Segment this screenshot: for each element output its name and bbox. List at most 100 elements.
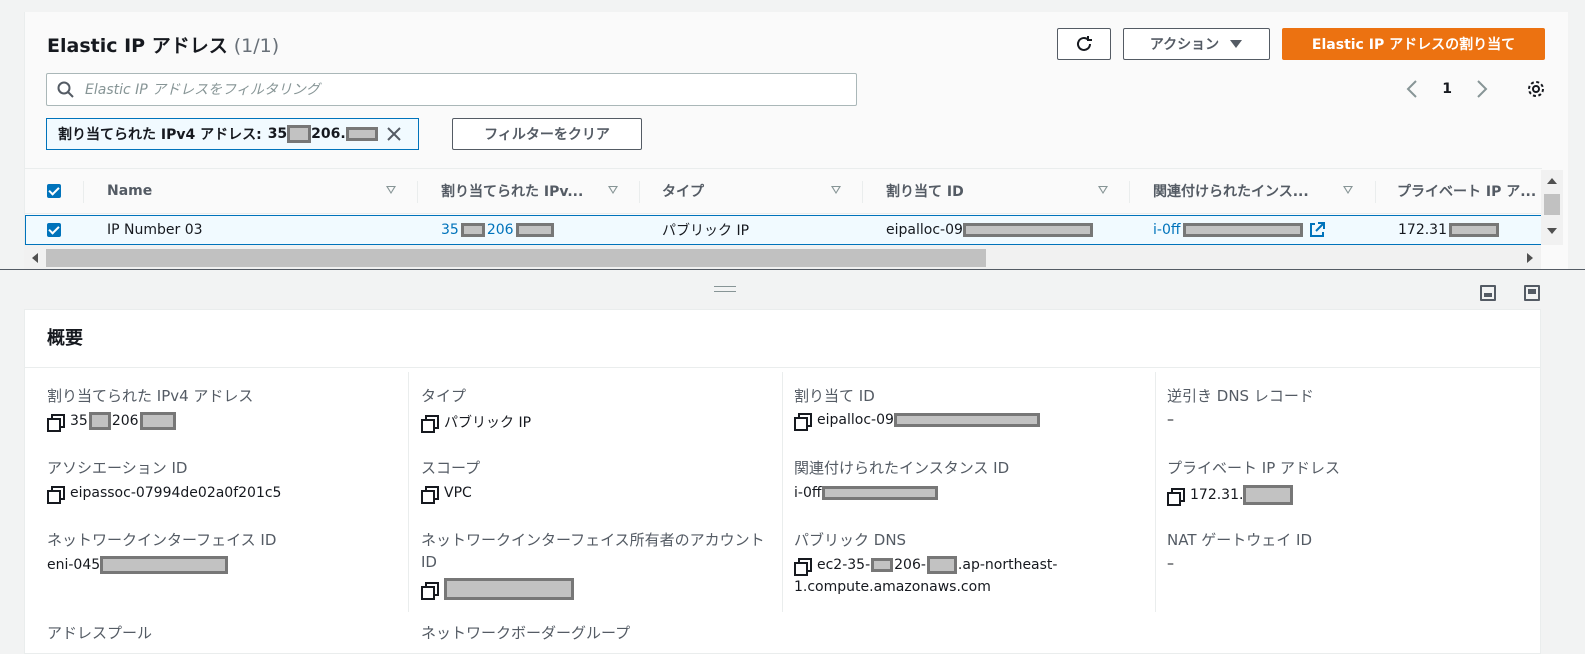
settings-icon[interactable] xyxy=(1526,79,1546,99)
search-icon xyxy=(57,81,75,99)
row-ip-link[interactable]: 35 206 xyxy=(441,216,554,244)
sort-icon[interactable] xyxy=(608,186,618,194)
redacted-mask xyxy=(962,223,1093,237)
refresh-icon xyxy=(1077,36,1092,51)
eni-id: eni-045 xyxy=(47,557,101,573)
chip-label: 割り当てられた IPv4 アドレス: xyxy=(58,127,262,143)
column-divider xyxy=(408,372,409,612)
field-value-nat-gateway: – xyxy=(1167,556,1174,572)
instance-id-link[interactable]: i-0ff xyxy=(794,485,938,501)
row-private-ip-text: 172.31 xyxy=(1398,222,1447,238)
select-all-checkbox[interactable] xyxy=(47,169,61,213)
field-label-nat-gateway: NAT ゲートウェイ ID xyxy=(1167,531,1312,549)
copy-icon[interactable] xyxy=(1167,487,1185,506)
sort-icon[interactable] xyxy=(1343,186,1353,194)
external-link-icon[interactable] xyxy=(1309,222,1325,238)
field-label-eni-owner: ネットワークインターフェイス所有者のアカウント ID xyxy=(421,531,765,571)
redacted-mask xyxy=(871,558,894,572)
vertical-scroll-thumb[interactable] xyxy=(1544,194,1560,215)
scope-value: VPC xyxy=(444,485,472,501)
column-divider xyxy=(782,372,783,612)
field-value-type: パブリック IP xyxy=(421,412,532,433)
sort-icon[interactable] xyxy=(831,186,841,194)
field-value-eni-owner xyxy=(421,578,574,600)
table-row[interactable]: IP Number 03 35 206 パブリック IP eipalloc-09… xyxy=(25,215,1542,245)
filter-chip: 割り当てられた IPv4 アドレス: 35 206. xyxy=(46,118,419,150)
drag-handle[interactable] xyxy=(714,286,736,292)
details-title: 概要 xyxy=(47,328,83,349)
chevron-right-icon[interactable] xyxy=(1476,80,1488,98)
eni-link[interactable]: eni-045 xyxy=(47,556,229,574)
horizontal-scroll-thumb[interactable] xyxy=(46,249,986,267)
allocate-label: Elastic IP アドレスの割り当て xyxy=(1311,37,1516,53)
actions-button[interactable]: アクション xyxy=(1123,28,1270,60)
row-instance-id: i-0ff xyxy=(1153,222,1181,238)
col-header-allocation-id[interactable]: 割り当て ID xyxy=(886,169,964,213)
field-label-instance-id: 関連付けられたインスタンス ID xyxy=(794,459,1010,477)
pagination: 1 xyxy=(1406,79,1546,99)
refresh-button[interactable] xyxy=(1057,28,1111,60)
copy-icon[interactable] xyxy=(794,557,812,576)
type-value: パブリック IP xyxy=(444,415,532,431)
field-label-scope: スコープ xyxy=(421,459,481,477)
column-divider xyxy=(1155,372,1156,612)
sort-icon[interactable] xyxy=(386,186,396,194)
table-header: Name 割り当てられた IPv... タイプ 割り当て ID 関連付けられたイ… xyxy=(25,168,1542,214)
item-count: (1/1) xyxy=(233,35,280,57)
chevron-left-icon[interactable] xyxy=(1406,80,1418,98)
row-allocation-id: eipalloc-09 xyxy=(886,216,1093,244)
private-ip-value: 172.31. xyxy=(1190,487,1244,503)
copy-icon[interactable] xyxy=(47,485,65,504)
dns-part-3: .ap-northeast- xyxy=(957,557,1058,573)
vertical-scrollbar[interactable] xyxy=(1541,170,1563,245)
filter-search[interactable] xyxy=(46,73,857,106)
allocate-eip-button[interactable]: Elastic IP アドレスの割り当て xyxy=(1282,28,1545,60)
redacted-mask xyxy=(1243,485,1294,505)
field-value-reverse-dns: – xyxy=(1167,412,1174,428)
clear-filter-label: フィルターをクリア xyxy=(484,127,610,143)
redacted-mask xyxy=(1182,223,1303,237)
scroll-down-icon[interactable] xyxy=(1547,227,1557,235)
horizontal-scrollbar[interactable] xyxy=(24,245,1541,270)
copy-icon[interactable] xyxy=(47,413,65,432)
sort-icon[interactable] xyxy=(1098,186,1108,194)
details-divider xyxy=(25,367,1540,368)
redacted-mask xyxy=(345,127,378,141)
copy-icon[interactable] xyxy=(421,485,439,504)
redacted-mask xyxy=(100,556,229,574)
close-icon[interactable] xyxy=(386,126,402,142)
field-label-allocation-id: 割り当て ID xyxy=(794,387,875,405)
row-checkbox[interactable] xyxy=(47,216,61,244)
row-private-ip: 172.31 xyxy=(1398,216,1499,244)
row-ip-prefix: 35 xyxy=(441,222,459,238)
ipv4-prefix: 35 xyxy=(70,413,88,429)
col-header-type[interactable]: タイプ xyxy=(662,169,704,213)
field-value-public-dns: ec2-35- 206- .ap-northeast- xyxy=(794,556,1058,576)
copy-icon[interactable] xyxy=(794,412,812,431)
panel-bottom-icon[interactable] xyxy=(1480,285,1496,301)
association-id: eipassoc-07994de02a0f201c5 xyxy=(70,485,282,501)
field-value-private-ip: 172.31. xyxy=(1167,485,1294,506)
field-label-address-pool: アドレスプール xyxy=(47,624,153,642)
search-input[interactable] xyxy=(85,81,785,98)
page-number[interactable]: 1 xyxy=(1442,81,1452,97)
col-header-instance[interactable]: 関連付けられたインス... xyxy=(1153,169,1309,213)
col-header-ip[interactable]: 割り当てられた IPv... xyxy=(441,169,583,213)
field-value-allocation-id: eipalloc-09 xyxy=(794,412,1040,431)
scroll-right-icon[interactable] xyxy=(1526,253,1534,263)
scroll-left-icon[interactable] xyxy=(31,253,39,263)
col-header-name[interactable]: Name xyxy=(107,169,152,213)
copy-icon[interactable] xyxy=(421,581,439,600)
field-value-public-dns-cont: 1.compute.amazonaws.com xyxy=(794,579,991,595)
row-instance-link[interactable]: i-0ff xyxy=(1153,216,1325,244)
redacted-mask xyxy=(88,412,111,430)
panel-split-icon[interactable] xyxy=(1524,285,1540,301)
redacted-mask xyxy=(287,125,312,143)
scroll-up-icon[interactable] xyxy=(1547,177,1557,185)
redacted-mask xyxy=(460,223,485,237)
clear-filter-button[interactable]: フィルターをクリア xyxy=(452,118,642,150)
actions-label: アクション xyxy=(1149,37,1220,53)
col-header-private-ip[interactable]: プライベート IP ア... xyxy=(1397,169,1536,213)
copy-icon[interactable] xyxy=(421,414,439,433)
row-ip-mid: 206 xyxy=(486,222,514,238)
